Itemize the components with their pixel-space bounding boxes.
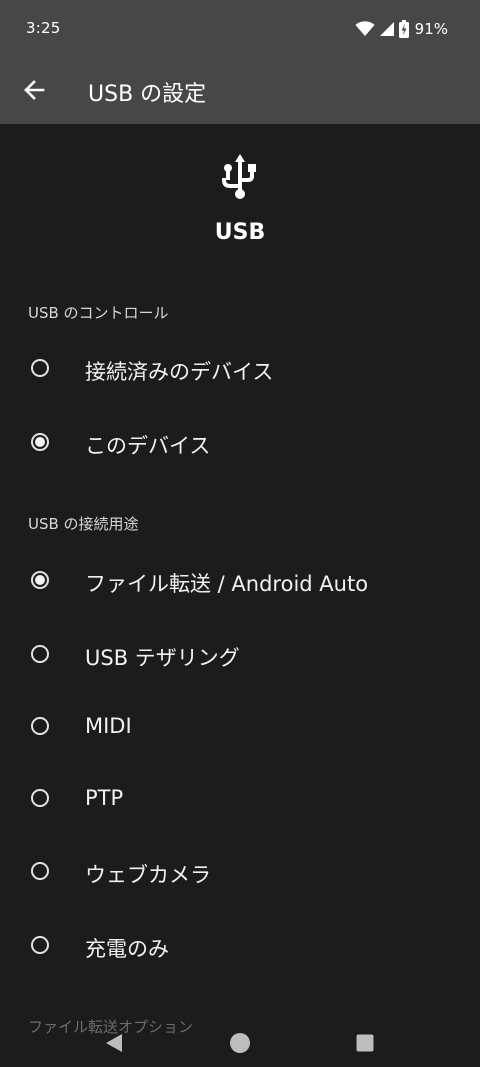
usb-hero: USB — [0, 124, 480, 274]
radio-label: USB テザリング — [85, 646, 240, 670]
radio-option-webcam[interactable]: ウェブカメラ — [0, 837, 480, 909]
recents-square-icon — [356, 1034, 374, 1056]
radio-option-midi[interactable]: MIDI — [0, 692, 480, 764]
nav-recents-button[interactable] — [345, 1025, 385, 1065]
radio-button-selected[interactable] — [31, 571, 49, 589]
status-time: 3:25 — [26, 19, 61, 37]
signal-icon — [379, 21, 395, 37]
nav-home-button[interactable] — [220, 1025, 260, 1065]
radio-button[interactable] — [31, 645, 49, 663]
navigation-bar — [0, 1015, 480, 1067]
radio-option-connected-device[interactable]: 接続済みのデバイス — [0, 334, 480, 406]
battery-charging-icon — [398, 20, 409, 38]
arrow-back-icon — [23, 79, 45, 105]
radio-option-ptp[interactable]: PTP — [0, 764, 480, 836]
radio-option-usb-tethering[interactable]: USB テザリング — [0, 620, 480, 692]
radio-label: PTP — [85, 786, 124, 810]
radio-button[interactable] — [31, 359, 49, 377]
radio-button-selected[interactable] — [31, 433, 49, 451]
radio-button[interactable] — [31, 717, 49, 735]
radio-option-charging-only[interactable]: 充電のみ — [0, 911, 480, 983]
page-title: USB の設定 — [88, 82, 207, 107]
battery-percentage: 91% — [414, 20, 448, 38]
usb-label: USB — [214, 220, 266, 245]
section-header-usb-control: USB のコントロール — [28, 304, 169, 322]
radio-label: ファイル転送 / Android Auto — [85, 572, 369, 596]
radio-button[interactable] — [31, 936, 49, 954]
back-triangle-icon — [104, 1033, 124, 1057]
radio-option-this-device[interactable]: このデバイス — [0, 408, 480, 480]
radio-button[interactable] — [31, 862, 49, 880]
section-header-usb-purpose: USB の接続用途 — [28, 515, 139, 533]
home-circle-icon — [229, 1032, 251, 1058]
wifi-icon — [355, 21, 375, 37]
radio-option-file-transfer[interactable]: ファイル転送 / Android Auto — [0, 546, 480, 618]
radio-label: 接続済みのデバイス — [85, 360, 274, 384]
radio-label: 充電のみ — [85, 937, 169, 961]
status-bar: 3:25 91% — [0, 0, 480, 60]
radio-label: MIDI — [85, 714, 132, 738]
nav-back-button[interactable] — [94, 1025, 134, 1065]
usb-icon — [221, 152, 259, 200]
back-button[interactable] — [12, 70, 56, 114]
radio-label: ウェブカメラ — [85, 863, 211, 887]
radio-button[interactable] — [31, 789, 49, 807]
app-bar: USB の設定 — [0, 60, 480, 124]
radio-label: このデバイス — [85, 434, 211, 458]
status-icons: 91% — [355, 18, 448, 40]
